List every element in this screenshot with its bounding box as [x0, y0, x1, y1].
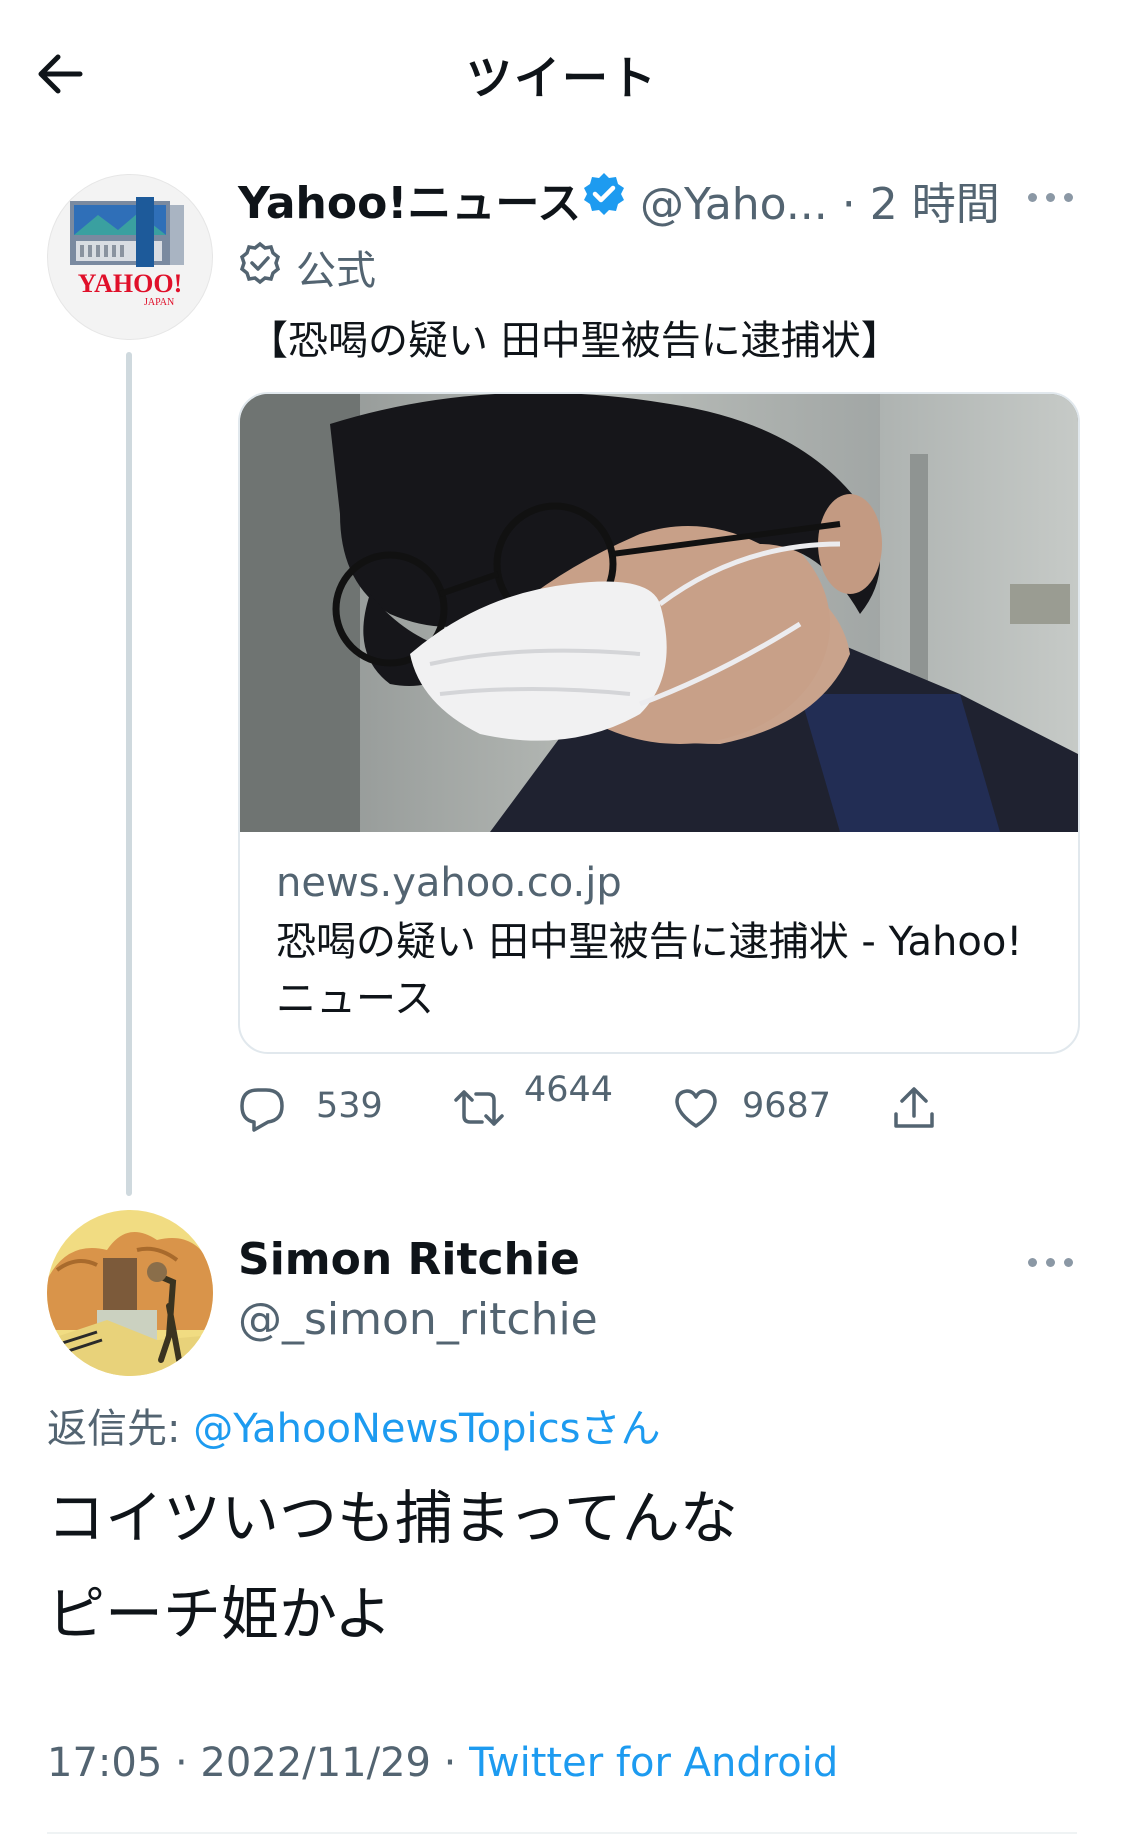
- card-image: [240, 394, 1078, 832]
- card-domain: news.yahoo.co.jp: [276, 860, 622, 906]
- yahoo-news-avatar[interactable]: YAHOO! JAPAN: [47, 174, 213, 340]
- like-count: 9687: [742, 1086, 832, 1126]
- link-card[interactable]: news.yahoo.co.jp 恐喝の疑い 田中聖被告に逮捕状 - Yahoo…: [238, 392, 1080, 1054]
- newspaper-logo-icon: [70, 197, 184, 267]
- like-button[interactable]: 9687: [672, 1078, 852, 1138]
- avatar-illustration: [47, 1210, 213, 1376]
- reply-icon: [240, 1088, 284, 1132]
- card-title: 恐喝の疑い 田中聖被告に逮捕状 - Yahoo!ニュース: [276, 919, 1023, 1022]
- reply-to-user-link[interactable]: @YahooNewsTopicsさん: [193, 1406, 660, 1452]
- reply-to-line: 返信先: @YahooNewsTopicsさん: [47, 1396, 660, 1454]
- page-title: ツイート: [466, 51, 658, 105]
- tweet-timestamp: 17:05 · 2022/11/29 ·: [47, 1740, 470, 1786]
- reply-button[interactable]: 539: [238, 1078, 388, 1138]
- yahoo-logo-text: YAHOO!: [77, 269, 183, 298]
- retweet-count: 4644: [524, 1070, 614, 1110]
- tweet-source-link[interactable]: Twitter for Android: [469, 1740, 838, 1786]
- official-label: 公式: [296, 248, 376, 294]
- divider: [47, 1832, 1077, 1834]
- official-badge-icon: [239, 241, 281, 285]
- retweet-icon: [454, 1090, 504, 1126]
- retweet-button[interactable]: 4644: [452, 1070, 632, 1138]
- verified-badge-icon: [584, 173, 624, 215]
- reply-to-label: 返信先:: [47, 1406, 194, 1452]
- tweet2-handle[interactable]: @_simon_ritchie: [238, 1294, 598, 1345]
- tweet-meta: 17:05 · 2022/11/29 · Twitter for Android: [47, 1740, 838, 1786]
- tweet2-text: コイツいつも捕まってんな ピーチ姫かよ: [47, 1470, 738, 1662]
- share-icon: [894, 1087, 934, 1128]
- tweet2-author-name[interactable]: Simon Ritchie: [238, 1234, 580, 1285]
- more-icon[interactable]: [1028, 1252, 1074, 1272]
- reply-count: 539: [316, 1086, 383, 1126]
- tweet2-text-line: ピーチ姫かよ: [47, 1580, 393, 1648]
- like-icon: [675, 1089, 717, 1128]
- tweet1-text: 【恐喝の疑い 田中聖被告に逮捕状】: [248, 318, 901, 364]
- share-button[interactable]: [890, 1078, 938, 1138]
- tweet2-text-line: コイツいつも捕まってんな: [47, 1484, 738, 1552]
- tweet1-author-name[interactable]: Yahoo!ニュース: [238, 167, 581, 231]
- thread-connector-line: [126, 352, 132, 1196]
- simon-ritchie-avatar[interactable]: [47, 1210, 213, 1376]
- tweet1-time: · 2 時間: [841, 179, 1000, 230]
- tweet1-handle[interactable]: @Yaho...: [640, 179, 828, 230]
- yahoo-logo-subtext: JAPAN: [144, 297, 175, 308]
- more-icon[interactable]: [1028, 187, 1074, 207]
